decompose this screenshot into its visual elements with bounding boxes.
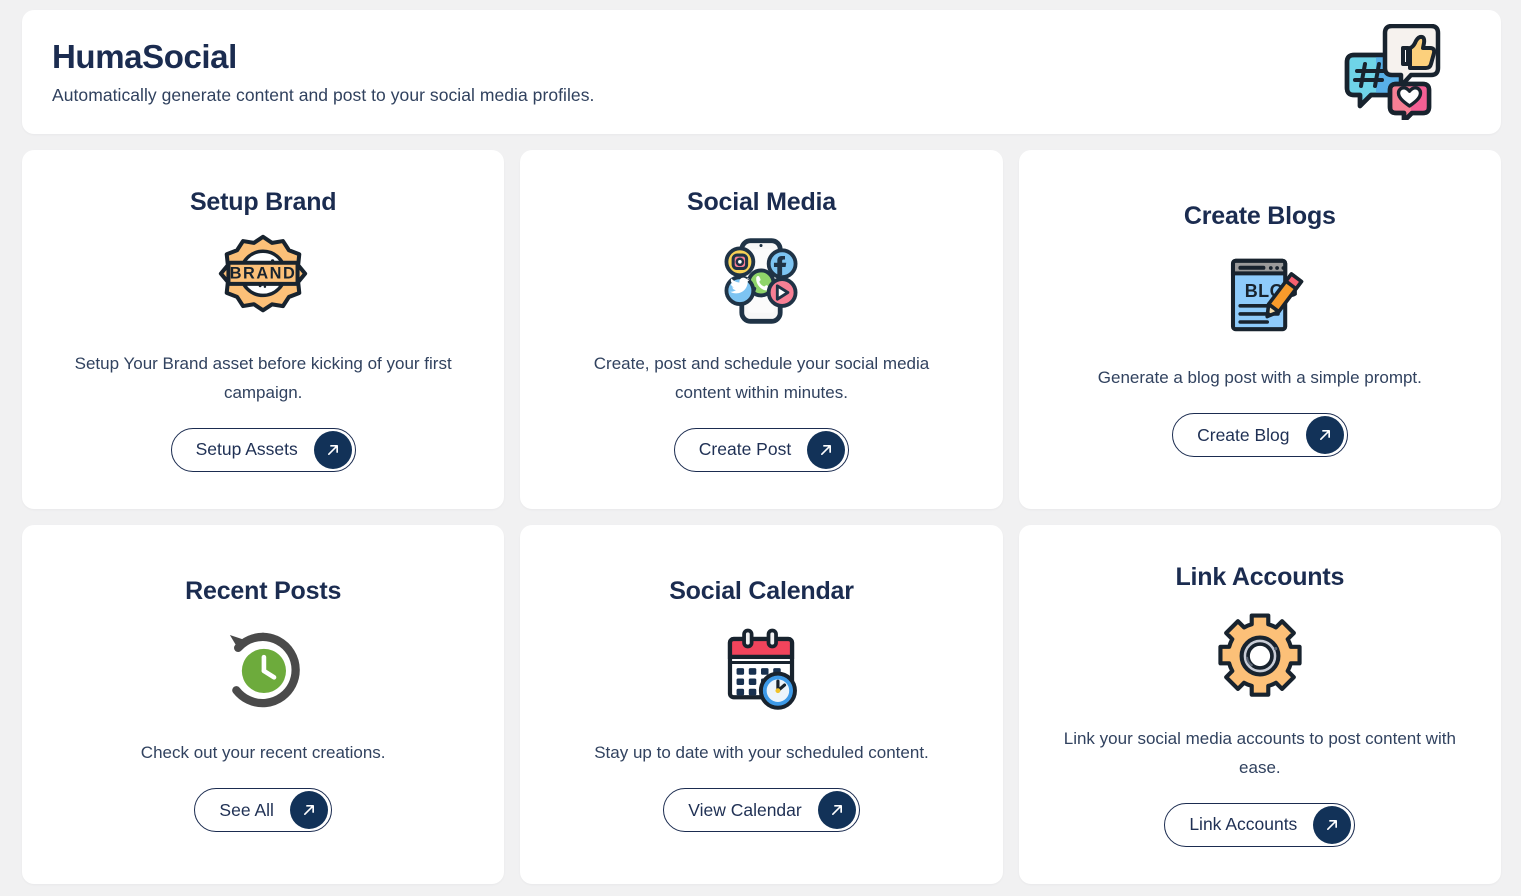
app-header-card: HumaSocial Automatically generate conten… <box>22 10 1501 134</box>
gear-icon <box>1214 608 1306 704</box>
svg-text:BRAND: BRAND <box>230 264 297 282</box>
arrow-up-right-icon <box>313 430 352 469</box>
view-calendar-button[interactable]: View Calendar <box>663 788 860 832</box>
header-text-block: HumaSocial Automatically generate conten… <box>52 38 594 106</box>
arrow-up-right-icon <box>289 791 328 829</box>
card-description: Check out your recent creations. <box>140 743 386 762</box>
create-blog-button[interactable]: Create Blog <box>1172 413 1348 457</box>
dashboard-page: HumaSocial Automatically generate conten… <box>0 0 1521 896</box>
card-recent-posts[interactable]: Recent Posts Check out your recent creat… <box>22 525 505 884</box>
feature-card-grid: Setup Brand BRAND Setup Your Brand asset… <box>22 150 1501 896</box>
card-description: Generate a blog post with a simple promp… <box>1097 368 1422 387</box>
button-label: See All <box>219 799 274 820</box>
card-description: Stay up to date with your scheduled cont… <box>594 743 929 762</box>
create-post-button[interactable]: Create Post <box>673 427 850 472</box>
card-social-calendar[interactable]: Social Calendar Stay up to date with you… <box>520 525 1003 884</box>
social-phone-icon <box>713 233 809 329</box>
card-title: Social Calendar <box>669 577 854 605</box>
link-accounts-button[interactable]: Link Accounts <box>1164 802 1356 847</box>
button-label: Create Post <box>698 439 792 459</box>
page-title: HumaSocial <box>52 38 237 76</box>
button-label: Link Accounts <box>1189 814 1298 834</box>
arrow-up-right-icon <box>807 430 846 469</box>
button-label: Create Blog <box>1197 424 1290 445</box>
card-setup-brand[interactable]: Setup Brand BRAND Setup Your Brand asset… <box>22 150 505 509</box>
history-clock-icon <box>217 622 309 718</box>
button-label: View Calendar <box>688 799 802 820</box>
card-title: Setup Brand <box>189 187 337 216</box>
card-social-media[interactable]: Social Media Create, post and schedule y… <box>520 150 1003 509</box>
card-title: Link Accounts <box>1175 562 1345 591</box>
arrow-up-right-icon <box>1313 805 1352 844</box>
card-description: Setup Your Brand asset before kicking of… <box>74 353 452 402</box>
brand-badge-icon: BRAND <box>215 233 311 329</box>
blog-pencil-icon: BLOG <box>1215 247 1305 343</box>
card-title: Create Blogs <box>1183 202 1336 230</box>
see-all-button[interactable]: See All <box>194 788 332 832</box>
card-link-accounts[interactable]: Link Accounts Link your social media acc… <box>1018 525 1501 884</box>
card-title: Social Media <box>686 187 837 216</box>
card-create-blogs[interactable]: Create Blogs BLOG Generate a blog post w… <box>1018 150 1501 509</box>
page-subtitle: Automatically generate content and post … <box>52 84 595 105</box>
arrow-up-right-icon <box>1305 416 1344 454</box>
calendar-clock-icon <box>714 622 808 718</box>
setup-assets-button[interactable]: Setup Assets <box>170 427 356 472</box>
social-bubbles-icon <box>1341 23 1445 124</box>
card-title: Recent Posts <box>185 577 342 605</box>
arrow-up-right-icon <box>817 791 856 829</box>
card-description: Link your social media accounts to post … <box>1063 728 1456 777</box>
card-description: Create, post and schedule your social me… <box>593 353 930 402</box>
button-label: Setup Assets <box>195 439 298 459</box>
